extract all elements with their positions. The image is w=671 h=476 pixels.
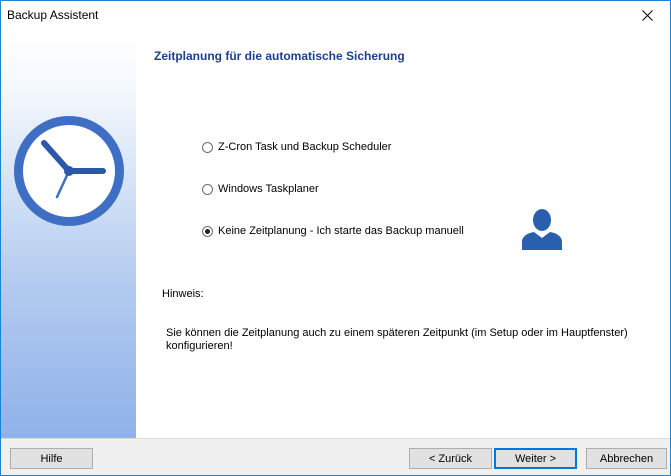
note-text: Sie können die Zeitplanung auch zu einem… bbox=[166, 327, 628, 352]
backup-assistant-window: Backup Assistent Zeitplanung für die aut… bbox=[0, 0, 671, 476]
radio-windows-taskplaner[interactable] bbox=[202, 183, 213, 195]
back-button[interactable]: < Zurück bbox=[409, 448, 492, 469]
cancel-button[interactable]: Abbrechen bbox=[586, 448, 667, 469]
wizard-sidebar bbox=[1, 30, 136, 438]
window-title: Backup Assistent bbox=[7, 8, 99, 22]
option-windows-taskplaner-label: Windows Taskplaner bbox=[218, 183, 319, 195]
next-button[interactable]: Weiter > bbox=[494, 448, 577, 469]
option-no-schedule[interactable]: Keine Zeitplanung - Ich starte das Backu… bbox=[202, 223, 464, 239]
button-bar: Hilfe < Zurück Weiter > Abbrechen bbox=[1, 438, 670, 475]
option-no-schedule-label: Keine Zeitplanung - Ich starte das Backu… bbox=[218, 225, 464, 237]
wizard-content: Zeitplanung für die automatische Sicheru… bbox=[136, 30, 670, 438]
title-bar[interactable]: Backup Assistent bbox=[1, 1, 670, 30]
option-zcron-label: Z-Cron Task und Backup Scheduler bbox=[218, 141, 392, 153]
option-windows-taskplaner[interactable]: Windows Taskplaner bbox=[202, 181, 319, 197]
close-button[interactable] bbox=[624, 1, 670, 30]
radio-zcron[interactable] bbox=[202, 141, 213, 153]
close-icon bbox=[641, 10, 653, 21]
option-zcron[interactable]: Z-Cron Task und Backup Scheduler bbox=[202, 139, 391, 155]
note-label: Hinweis: bbox=[162, 288, 204, 300]
user-icon bbox=[522, 209, 562, 250]
help-button[interactable]: Hilfe bbox=[10, 448, 93, 469]
radio-no-schedule[interactable] bbox=[202, 225, 213, 237]
clock-icon bbox=[14, 116, 124, 226]
page-heading: Zeitplanung für die automatische Sicheru… bbox=[154, 49, 405, 63]
